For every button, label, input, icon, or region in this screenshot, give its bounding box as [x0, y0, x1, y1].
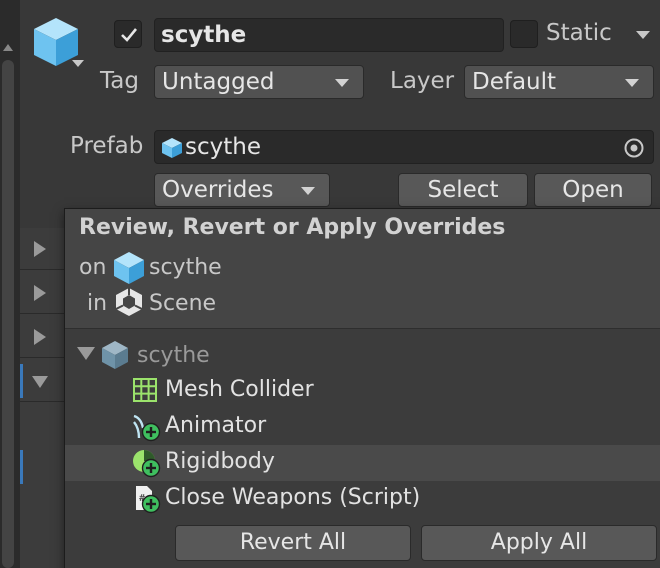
override-item-label: Mesh Collider — [165, 377, 314, 402]
select-button[interactable]: Select — [398, 173, 528, 207]
inspector: scythe Static Tag Untagged Layer Default… — [0, 0, 660, 568]
tag-value: Untagged — [162, 69, 275, 95]
selection-indicator — [20, 450, 23, 484]
prefab-cube-icon — [114, 252, 144, 284]
overrides-popup: Review, Revert or Apply Overrides on scy… — [64, 208, 660, 568]
override-item-mesh-collider[interactable]: Mesh Collider — [65, 373, 660, 409]
apply-all-button[interactable]: Apply All — [421, 525, 657, 561]
override-item-label: Close Weapons (Script) — [165, 485, 421, 510]
on-label: on — [79, 255, 107, 280]
component-row[interactable] — [20, 360, 66, 402]
component-list-background — [20, 228, 66, 568]
icon-dropdown-caret-icon[interactable] — [72, 60, 84, 67]
static-label[interactable]: Static — [546, 20, 612, 46]
selection-indicator — [20, 364, 23, 398]
override-item-label: Animator — [165, 413, 267, 438]
unity-scene-icon — [115, 288, 143, 316]
layer-dropdown[interactable]: Default — [464, 65, 654, 99]
object-name-field[interactable]: scythe — [154, 18, 504, 52]
prefab-name: scythe — [185, 134, 261, 160]
popup-header: Review, Revert or Apply Overrides on scy… — [65, 209, 660, 329]
override-item-label: Rigidbody — [165, 449, 275, 474]
active-checkbox[interactable] — [114, 20, 142, 48]
animator-added-icon — [133, 414, 161, 442]
tag-label: Tag — [100, 68, 139, 94]
layer-label: Layer — [390, 68, 455, 94]
overrides-label: Overrides — [162, 177, 274, 203]
expand-arrow-icon[interactable] — [34, 285, 46, 301]
expand-arrow-icon[interactable] — [34, 329, 46, 345]
script-added-icon: # — [136, 486, 161, 514]
collapse-arrow-icon[interactable] — [32, 376, 48, 388]
left-panel-strip — [0, 0, 20, 568]
on-target: scythe — [149, 255, 222, 280]
scrollbar[interactable] — [2, 60, 14, 568]
override-item-animator[interactable]: Animator — [65, 409, 660, 445]
chevron-down-icon — [301, 187, 315, 195]
mesh-collider-icon — [133, 378, 157, 402]
component-row[interactable] — [20, 316, 66, 358]
open-button[interactable]: Open — [534, 173, 652, 207]
revert-all-button[interactable]: Revert All — [175, 525, 411, 561]
component-row[interactable] — [20, 228, 66, 270]
override-item-close-weapons-script[interactable]: # Close Weapons (Script) — [65, 481, 660, 517]
component-row[interactable] — [20, 272, 66, 314]
static-dropdown-caret-icon[interactable] — [636, 31, 650, 39]
prefab-label: Prefab — [70, 133, 144, 159]
in-target: Scene — [149, 291, 217, 316]
in-label: in — [87, 291, 108, 316]
object-picker-target-icon[interactable] — [623, 137, 645, 159]
prefab-cube-icon — [102, 341, 128, 369]
override-item-rigidbody[interactable]: Rigidbody — [65, 445, 660, 481]
chevron-down-icon — [625, 79, 639, 87]
tree-expand-arrow-icon[interactable] — [77, 347, 95, 360]
expand-arrow-icon[interactable] — [34, 241, 46, 257]
popup-title: Review, Revert or Apply Overrides — [79, 215, 506, 240]
tree-root-label[interactable]: scythe — [137, 343, 210, 368]
static-checkbox[interactable] — [510, 20, 538, 48]
checkmark-icon — [121, 28, 138, 42]
prefab-object-field[interactable]: scythe — [154, 130, 654, 164]
tag-dropdown[interactable]: Untagged — [154, 65, 364, 99]
scroll-up-arrow-icon[interactable] — [3, 44, 13, 51]
layer-value: Default — [472, 69, 557, 95]
rigidbody-added-icon — [133, 450, 161, 478]
overrides-dropdown[interactable]: Overrides — [154, 173, 330, 207]
chevron-down-icon — [335, 79, 349, 87]
prefab-cube-icon — [162, 138, 182, 158]
